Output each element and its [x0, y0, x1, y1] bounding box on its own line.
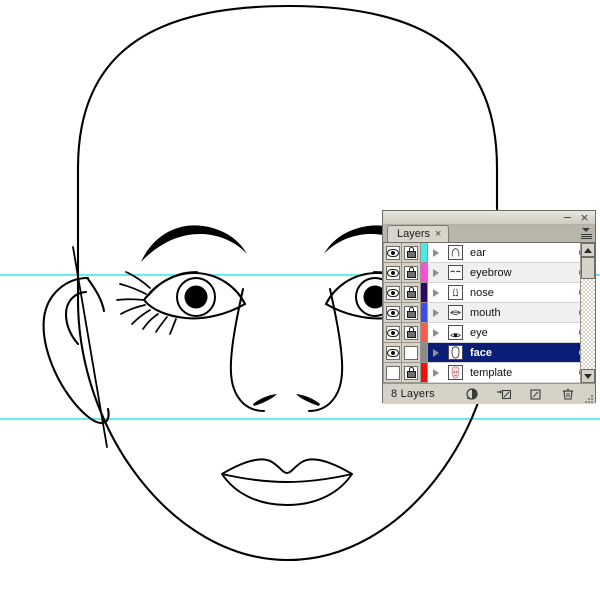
layer-name-cell-face[interactable]: face — [466, 343, 571, 363]
layer-row-nose[interactable]: nose — [383, 283, 595, 303]
layer-name-cell-eyebrow[interactable]: eyebrow — [466, 263, 571, 283]
tab-close-icon[interactable]: × — [435, 228, 441, 240]
visibility-toggle-ear[interactable] — [383, 243, 402, 263]
expand-triangle-eyebrow[interactable] — [428, 263, 444, 283]
layer-row-eyebrow[interactable]: eyebrow — [383, 263, 595, 283]
layer-row-template[interactable]: template — [383, 363, 595, 383]
lock-icon — [404, 245, 418, 260]
lock-icon — [404, 305, 418, 320]
layer-color-swatch-eyebrow — [421, 263, 428, 283]
eye-icon — [385, 325, 400, 340]
layer-color-swatch-nose — [421, 283, 428, 303]
eye-icon — [385, 345, 400, 360]
lock-icon — [404, 345, 418, 360]
lock-toggle-ear[interactable] — [402, 243, 421, 263]
layer-name-label: eye — [470, 326, 488, 339]
eyebrow-thumb — [444, 263, 466, 283]
expand-triangle-face[interactable] — [428, 343, 444, 363]
face-thumb — [444, 343, 466, 363]
layer-count-label: 8 Layers — [391, 388, 435, 400]
visibility-toggle-eye[interactable] — [383, 323, 402, 343]
lock-toggle-eye[interactable] — [402, 323, 421, 343]
make-clipping-mask-button[interactable] — [465, 387, 479, 401]
layer-name-label: ear — [470, 246, 486, 259]
eye-icon — [385, 265, 400, 280]
layer-name-cell-eye[interactable]: eye — [466, 323, 571, 343]
visibility-toggle-nose[interactable] — [383, 283, 402, 303]
lock-toggle-face[interactable] — [402, 343, 421, 363]
create-new-sublayer-button[interactable] — [497, 387, 512, 401]
eye-icon — [385, 285, 400, 300]
layers-statusbar: 8 Layers — [383, 383, 595, 404]
layer-row-mouth[interactable]: mouth — [383, 303, 595, 323]
close-icon[interactable]: × — [579, 212, 590, 223]
layers-list: ear eyebrow nose mouth eye face template — [383, 243, 595, 383]
scroll-up-arrow[interactable] — [581, 243, 595, 257]
expand-triangle-mouth[interactable] — [428, 303, 444, 323]
minimize-icon[interactable]: − — [562, 212, 573, 223]
layer-name-label: template — [470, 366, 513, 379]
lock-toggle-eyebrow[interactable] — [402, 263, 421, 283]
mouth-thumb — [444, 303, 466, 323]
layer-name-cell-mouth[interactable]: mouth — [466, 303, 571, 323]
tab-layers[interactable]: Layers × — [387, 225, 450, 242]
layer-row-eye[interactable]: eye — [383, 323, 595, 343]
expand-triangle-nose[interactable] — [428, 283, 444, 303]
layer-color-swatch-mouth — [421, 303, 428, 323]
lock-icon — [404, 365, 418, 380]
layers-panel[interactable]: − × Layers × ear eyebrow nose mouth eye face t… — [382, 210, 596, 404]
lock-icon — [404, 265, 418, 280]
panel-menu-icon[interactable] — [576, 226, 592, 240]
lock-toggle-mouth[interactable] — [402, 303, 421, 323]
expand-triangle-template[interactable] — [428, 363, 444, 383]
expand-triangle-ear[interactable] — [428, 243, 444, 263]
lock-icon — [404, 325, 418, 340]
layer-row-face[interactable]: face — [383, 343, 595, 363]
eye-thumb — [444, 323, 466, 343]
panel-titlebar[interactable]: − × — [383, 211, 595, 225]
create-new-layer-button[interactable] — [529, 387, 543, 401]
lock-icon — [404, 285, 418, 300]
panel-tabstrip: Layers × — [383, 225, 595, 243]
layer-color-swatch-ear — [421, 243, 428, 263]
visibility-toggle-face[interactable] — [383, 343, 402, 363]
eye-icon — [385, 305, 400, 320]
layer-name-label: mouth — [470, 306, 501, 319]
visibility-toggle-template[interactable] — [383, 363, 402, 383]
layer-name-label: nose — [470, 286, 494, 299]
visibility-toggle-eyebrow[interactable] — [383, 263, 402, 283]
lock-toggle-nose[interactable] — [402, 283, 421, 303]
eye-icon — [385, 245, 400, 260]
eye-icon — [385, 365, 400, 380]
layer-name-cell-ear[interactable]: ear — [466, 243, 571, 263]
layer-name-label: face — [470, 346, 493, 359]
layer-name-cell-template[interactable]: template — [466, 363, 571, 383]
layer-name-cell-nose[interactable]: nose — [466, 283, 571, 303]
layer-color-swatch-eye — [421, 323, 428, 343]
nose-thumb — [444, 283, 466, 303]
layer-color-swatch-template — [421, 363, 428, 383]
lock-toggle-template[interactable] — [402, 363, 421, 383]
layer-color-swatch-face — [421, 343, 428, 363]
expand-triangle-eye[interactable] — [428, 323, 444, 343]
scrollbar-thumb[interactable] — [581, 257, 595, 279]
ear-thumb — [444, 243, 466, 263]
visibility-toggle-mouth[interactable] — [383, 303, 402, 323]
scroll-down-arrow[interactable] — [581, 369, 595, 383]
delete-selection-button[interactable] — [561, 387, 575, 401]
tab-layers-label: Layers — [397, 228, 431, 240]
template-thumb — [444, 363, 466, 383]
resize-grip[interactable] — [585, 395, 593, 403]
layers-scrollbar[interactable] — [580, 243, 595, 383]
layer-name-label: eyebrow — [470, 266, 512, 279]
layer-row-ear[interactable]: ear — [383, 243, 595, 263]
